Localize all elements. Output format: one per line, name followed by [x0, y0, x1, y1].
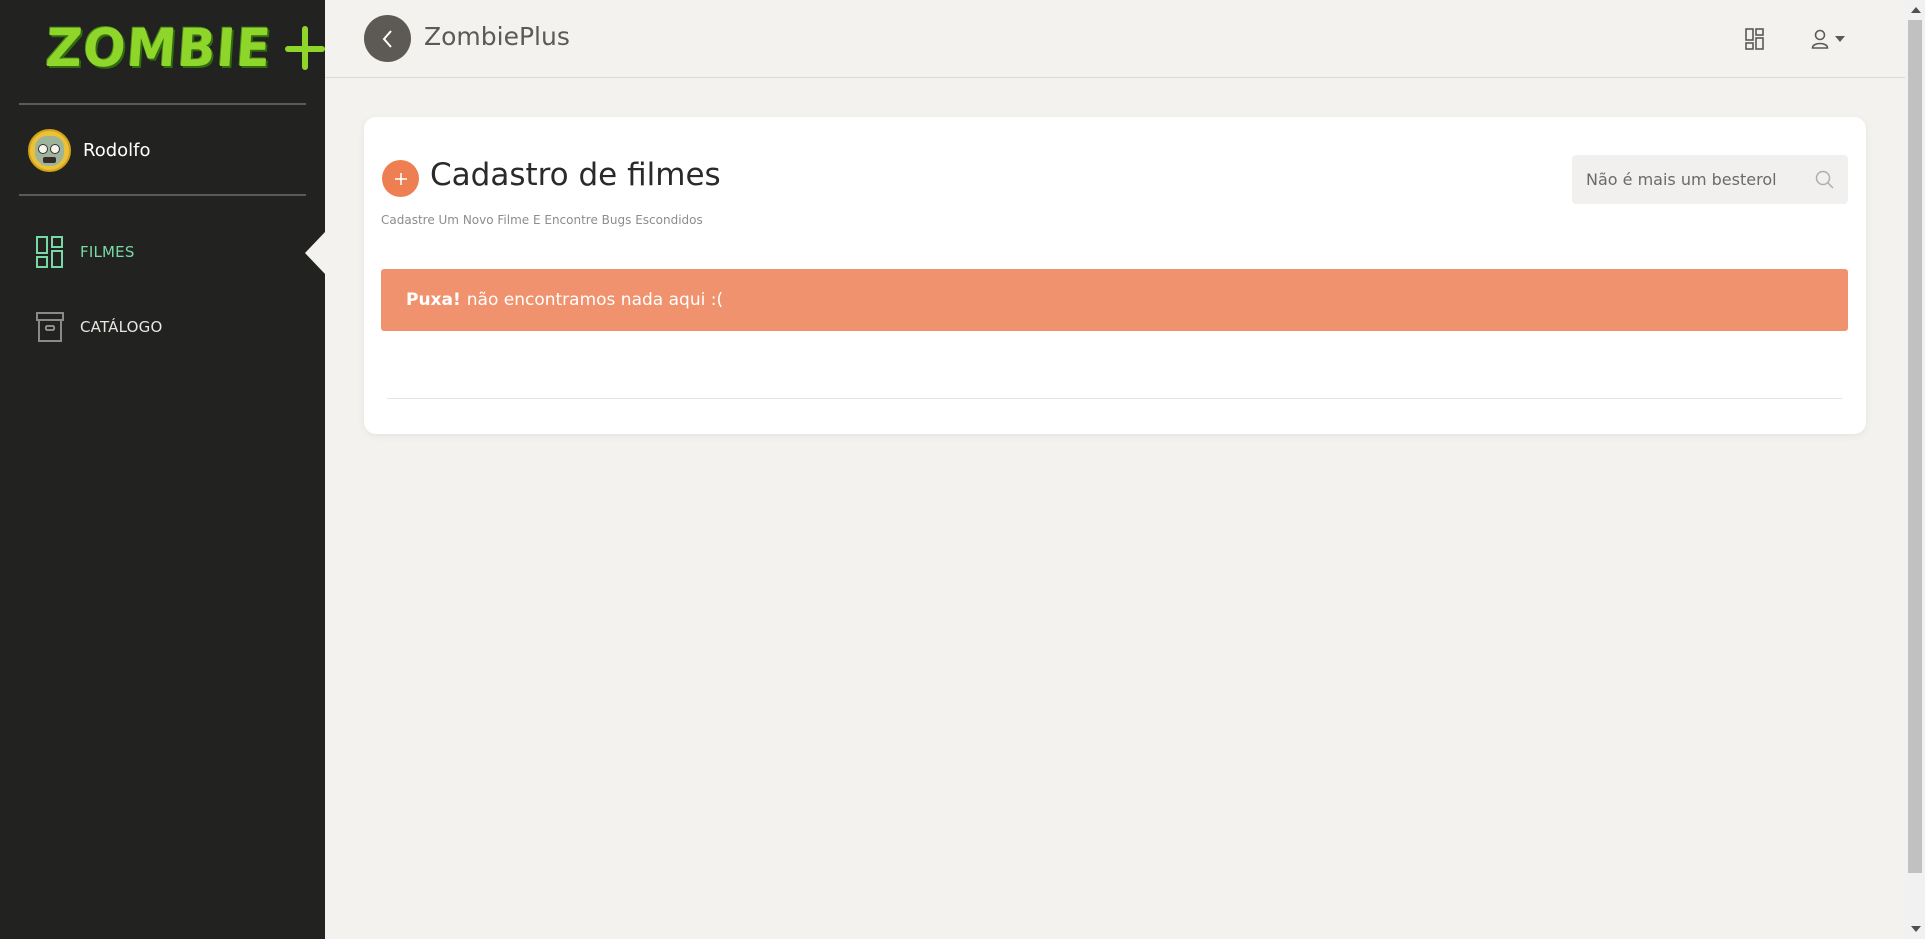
- search-input[interactable]: [1572, 170, 1802, 189]
- empty-state-alert: Puxa! não encontramos nada aqui :(: [381, 269, 1848, 331]
- user-profile[interactable]: Rodolfo: [28, 129, 151, 172]
- active-indicator: [305, 232, 325, 274]
- logo-text: ZOMBIE: [43, 17, 274, 79]
- sidebar-divider: [19, 103, 306, 105]
- layout-toggle-button[interactable]: [1745, 28, 1767, 50]
- alert-message: não encontramos nada aqui :(: [466, 290, 724, 310]
- user-icon: [1811, 29, 1829, 49]
- sidebar-item-catalogo[interactable]: CATÁLOGO: [36, 309, 163, 345]
- page-title: ZombiePlus: [424, 22, 570, 51]
- dashboard-icon: [1745, 28, 1764, 50]
- search-box: [1572, 155, 1848, 204]
- chevron-down-icon: [1835, 36, 1845, 42]
- scroll-thumb[interactable]: [1908, 20, 1922, 873]
- user-name: Rodolfo: [83, 140, 151, 161]
- sidebar: ZOMBIE Rodolfo FILMES CATÁLOGO: [0, 0, 326, 939]
- alert-strong-text: Puxa!: [406, 290, 461, 310]
- back-button[interactable]: [364, 15, 411, 62]
- zombieplus-logo[interactable]: ZOMBIE: [43, 17, 326, 79]
- plus-icon: [394, 172, 407, 185]
- movies-card: Cadastro de filmes Cadastre Um Novo Film…: [364, 117, 1866, 434]
- section-title: Cadastro de filmes: [430, 157, 721, 193]
- add-movie-button[interactable]: [382, 160, 419, 197]
- top-header: ZombiePlus: [325, 0, 1905, 78]
- scroll-up-arrow-icon[interactable]: [1911, 7, 1921, 13]
- avatar: [28, 129, 71, 172]
- section-subtitle: Cadastre Um Novo Filme E Encontre Bugs E…: [381, 213, 703, 227]
- archive-box-icon: [36, 312, 64, 342]
- scroll-down-arrow-icon[interactable]: [1911, 926, 1921, 932]
- sidebar-divider: [19, 194, 306, 196]
- card-divider: [387, 398, 1842, 399]
- user-menu-button[interactable]: [1811, 27, 1855, 51]
- sidebar-item-label: FILMES: [80, 243, 135, 261]
- sidebar-item-label: CATÁLOGO: [80, 318, 163, 336]
- search-icon[interactable]: [1815, 170, 1834, 189]
- chevron-left-icon: [382, 29, 392, 48]
- sidebar-item-filmes[interactable]: FILMES: [36, 234, 135, 270]
- dashboard-icon: [36, 236, 63, 268]
- vertical-scrollbar[interactable]: [1905, 0, 1925, 939]
